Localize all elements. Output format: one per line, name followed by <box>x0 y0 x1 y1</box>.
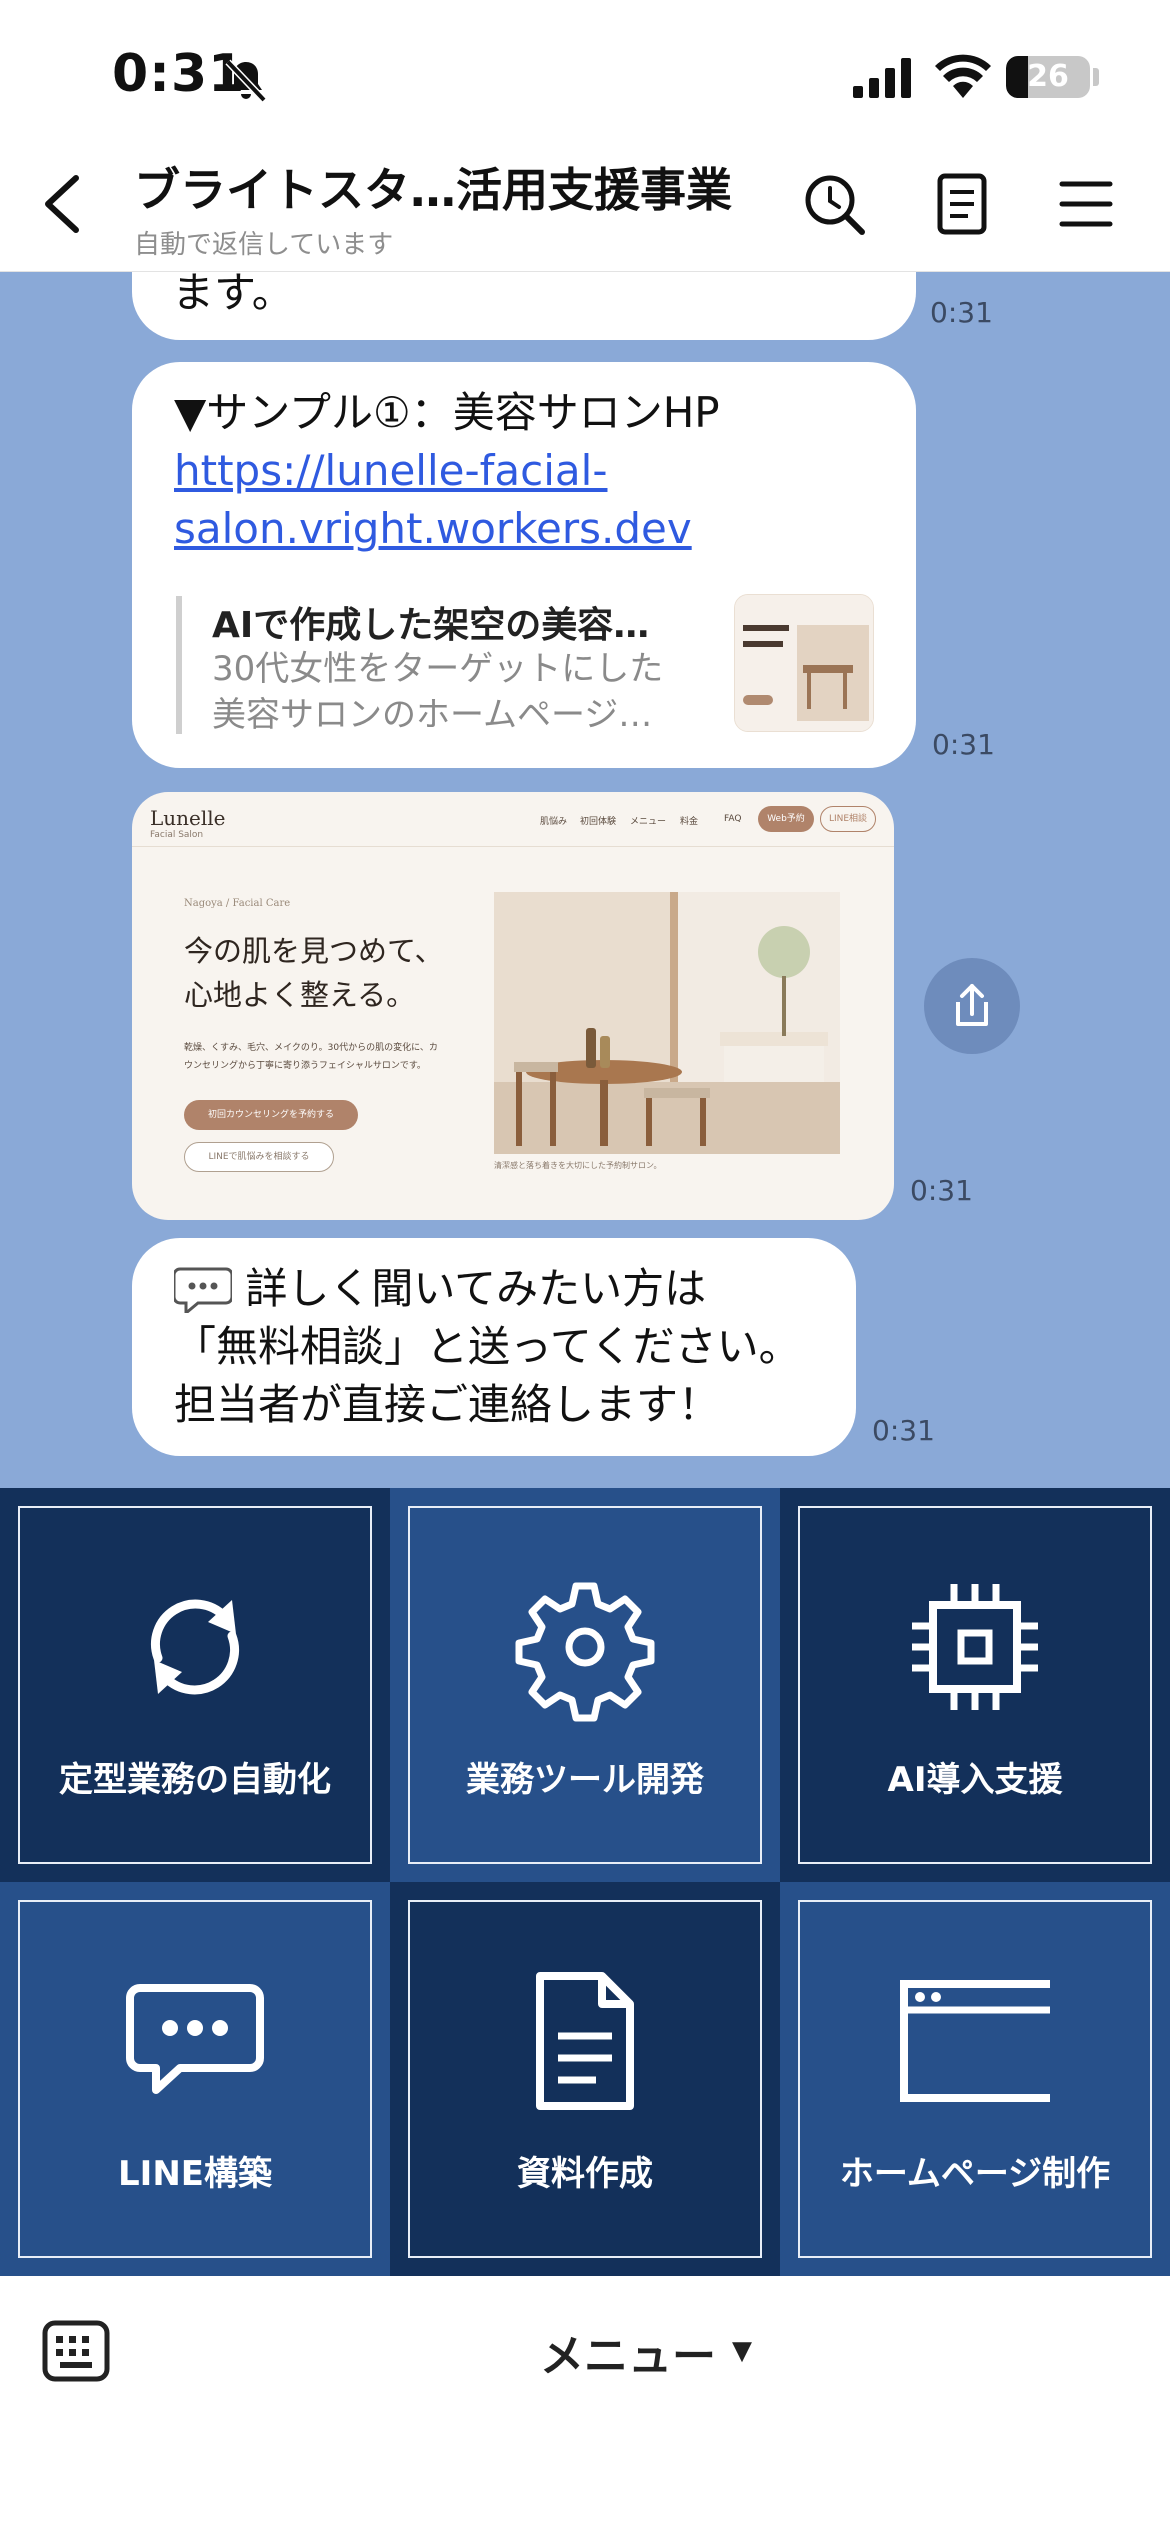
message-time: 0:31 <box>872 1414 935 1447</box>
site-nav-4: 料金 <box>680 817 699 827</box>
site-divider <box>132 846 894 847</box>
link-preview-desc-line2: 美容サロンのホームページ… <box>212 695 653 735</box>
menu-tile-label: LINE構築 <box>118 2154 272 2194</box>
salon-interior-photo <box>494 892 840 1154</box>
site-primary-cta: 初回カウンセリングを予約する <box>184 1100 358 1130</box>
refresh-icon <box>151 1599 239 1695</box>
chat-subtitle: 自動で返信しています <box>134 230 394 260</box>
browser-window-icon <box>900 1980 1050 2102</box>
menu-tile-label: 業務ツール開発 <box>466 1760 704 1800</box>
link-preview-title: AIで作成した架空の美容… <box>212 605 650 646</box>
site-body-line1: 乾燥、くすみ、毛穴、メイクのり。30代からの肌の変化に、カ <box>184 1043 438 1053</box>
site-nav-5: FAQ <box>724 814 742 824</box>
gear-icon <box>515 1582 655 1722</box>
bottom-bar: メニュー ▼ <box>0 2276 1170 2532</box>
site-nav-1: 肌悩み <box>540 817 568 827</box>
status-bar: 0:31 26 <box>0 0 1170 140</box>
menu-tile-website[interactable]: ホームページ制作 <box>780 1882 1170 2276</box>
message-time: 0:31 <box>930 296 993 329</box>
hamburger-menu-icon[interactable] <box>1052 170 1120 238</box>
cellular-signal-icon <box>853 58 911 98</box>
message-line1: 詳しく聞いてみたい方は <box>172 1260 707 1318</box>
document-icon <box>536 1972 634 2110</box>
site-brand-sub: Facial Salon <box>150 830 204 840</box>
message-text: ▼サンプル①：美容サロンHP <box>174 388 720 437</box>
menu-caret-icon[interactable]: ▼ <box>732 2336 752 2366</box>
rich-menu: 定型業務の自動化 業務ツール開発 AI導入支援 LINE構築 資料作成 ホームペ… <box>0 1488 1170 2276</box>
site-body-line2: ウンセリングから丁寧に寄り添うフェイシャルサロンです。 <box>184 1061 426 1071</box>
notes-icon[interactable] <box>928 170 996 238</box>
link-preview-thumbnail[interactable] <box>734 594 874 732</box>
site-nav-2: 初回体験 <box>580 817 617 827</box>
share-button[interactable] <box>924 958 1020 1054</box>
message-line1-text: 詳しく聞いてみたい方は <box>245 1264 707 1313</box>
site-brand: Lunelle <box>150 806 226 830</box>
menu-tile-label: 資料作成 <box>517 2154 653 2194</box>
site-web-booking-button: Web予約 <box>758 806 814 832</box>
battery-tip <box>1093 68 1099 86</box>
message-line2: 「無料相談」と送ってください。 <box>174 1322 801 1371</box>
thumbnail-image <box>735 595 873 731</box>
message-bubble[interactable]: ます。 <box>132 272 916 340</box>
message-line3: 担当者が直接ご連絡します！ <box>174 1380 721 1429</box>
bell-off-icon <box>225 59 267 103</box>
menu-toggle-label[interactable]: メニュー <box>540 2320 716 2384</box>
chip-icon <box>912 1584 1038 1710</box>
chat-title[interactable]: ブライトスタ…活用支援事業 <box>134 154 754 220</box>
battery-level-text: 26 <box>1027 59 1069 94</box>
site-secondary-cta: LINEで肌悩みを相談する <box>184 1142 334 1172</box>
site-eyebrow: Nagoya / Facial Care <box>184 898 291 909</box>
message-text: ます。 <box>172 272 294 317</box>
image-message[interactable]: Lunelle Facial Salon 肌悩み 初回体験 メニュー 料金 FA… <box>132 792 894 1220</box>
link-preview-desc-line1: 30代女性をターゲットにした <box>212 649 664 689</box>
menu-tile-line-build[interactable]: LINE構築 <box>0 1882 390 2276</box>
message-time: 0:31 <box>910 1174 973 1207</box>
share-icon <box>956 984 988 1026</box>
url-link-line2[interactable]: salon.vright.workers.dev <box>174 500 692 558</box>
message-time: 0:31 <box>932 728 995 761</box>
menu-tile-automation[interactable]: 定型業務の自動化 <box>0 1488 390 1882</box>
menu-tile-tool-dev[interactable]: 業務ツール開発 <box>390 1488 780 1882</box>
url-link-line1[interactable]: https://lunelle-facial- <box>174 442 607 500</box>
menu-tile-label: ホームページ制作 <box>839 2154 1111 2194</box>
site-headline-line1: 今の肌を見つめて、 <box>184 934 444 968</box>
menu-tile-ai-support[interactable]: AI導入支援 <box>780 1488 1170 1882</box>
wifi-icon <box>935 54 991 98</box>
back-button[interactable] <box>28 164 98 244</box>
menu-tile-documents[interactable]: 資料作成 <box>390 1882 780 2276</box>
speech-bubble-emoji-icon <box>172 1263 234 1316</box>
keyboard-icon[interactable] <box>42 2320 110 2382</box>
site-line-button: LINE相談 <box>820 806 876 832</box>
chat-bubble-icon <box>126 1984 264 2094</box>
chat-area[interactable]: ます。 0:31 ▼サンプル①：美容サロンHP https://lunelle-… <box>0 272 1170 1488</box>
site-headline-line2: 心地よく整える。 <box>184 978 416 1012</box>
site-nav-3: メニュー <box>630 817 667 827</box>
search-history-icon[interactable] <box>800 170 868 238</box>
message-bubble[interactable]: 詳しく聞いてみたい方は 「無料相談」と送ってください。 担当者が直接ご連絡します… <box>132 1238 856 1456</box>
battery-indicator: 26 <box>1006 56 1090 98</box>
chat-header: ブライトスタ…活用支援事業 自動で返信しています <box>0 140 1170 272</box>
menu-tile-label: 定型業務の自動化 <box>59 1760 331 1800</box>
link-preview-description: 30代女性をターゲットにした 美容サロンのホームページ… <box>212 646 732 738</box>
menu-tile-label: AI導入支援 <box>887 1760 1063 1800</box>
photo-caption: 清潔感と落ち着きを大切にした予約制サロン。 <box>494 1161 662 1170</box>
